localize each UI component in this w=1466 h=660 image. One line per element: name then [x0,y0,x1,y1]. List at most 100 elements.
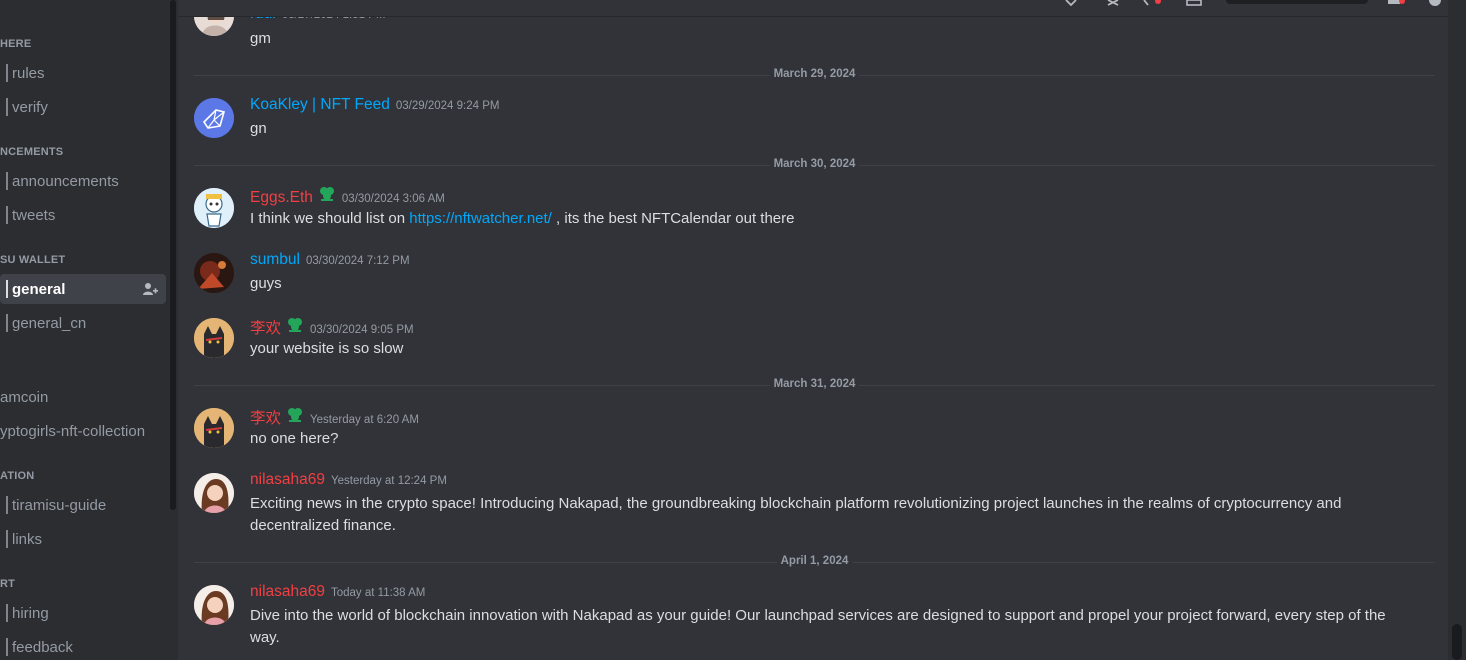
timestamp: Today at 11:38 AM [330,587,426,599]
date-divider: March 30, 2024 [194,158,1435,170]
channel-links[interactable]: links [0,524,166,554]
channel-label: amcoin [0,388,49,406]
channel-hash-icon [6,530,8,548]
member-list-icon[interactable] [1186,0,1202,6]
channel-cryptogirls[interactable]: yptogirls-nft-collection [0,416,166,446]
message-header: nilasaha69 Today at 11:38 AM [250,583,425,601]
channel-label: announcements [12,172,119,190]
timestamp: Yesterday at 12:24 PM [330,475,447,487]
channel-hash-icon [6,64,8,82]
message-link[interactable]: https://nftwatcher.net/ [409,210,552,227]
username[interactable]: Eggs.Eth [250,189,313,207]
date-divider: March 31, 2024 [194,378,1435,390]
message-header: KoaKley | NFT Feed 03/29/2024 9:24 PM [250,96,499,114]
channel-hash-icon [6,172,8,190]
username[interactable]: sumbul [250,251,300,269]
message-text: gn [250,120,267,137]
message-text-part: , its the best NFTCalendar out there [551,210,795,227]
channel-announcements[interactable]: announcements [0,166,166,196]
channel-tiramisu-guide[interactable]: tiramisu-guide [0,490,166,520]
channel-hash-icon [6,98,8,116]
help-icon[interactable] [1428,0,1442,6]
channel-verify[interactable]: verify [0,92,166,122]
category-label[interactable]: ATION [0,470,34,482]
sidebar-scrollbar[interactable] [170,0,176,510]
channel-hash-icon [6,206,8,224]
channel-hash-icon [6,638,8,656]
username[interactable]: 李欢 [250,406,281,428]
avatar[interactable] [194,188,234,228]
channel-label: rules [12,64,45,82]
username[interactable]: nilasaha69 [250,471,325,489]
timestamp: Yesterday at 6:20 AM [310,414,419,426]
username[interactable]: 李欢 [250,316,281,338]
avatar[interactable] [194,253,234,293]
timestamp: 03/29/2024 9:24 PM [395,100,500,112]
channel-general-cn[interactable]: general_cn [0,308,166,338]
message-scrollbar-thumb[interactable] [1452,624,1462,660]
message-header: 李欢 03/30/2024 9:05 PM [250,316,414,338]
username[interactable]: KoaKley | NFT Feed [250,96,390,114]
pin-icon[interactable] [1106,0,1120,6]
channel-label: hiring [12,604,49,622]
date-divider-label: April 1, 2024 [776,555,853,567]
threads-icon[interactable] [1064,0,1078,6]
date-divider-label: March 30, 2024 [769,158,860,170]
message-scrollbar-track[interactable] [1448,0,1466,660]
date-divider-label: March 29, 2024 [769,68,860,80]
channel-hash-icon [6,496,8,514]
channel-tweets[interactable]: tweets [0,200,166,230]
clover-role-icon [288,318,303,332]
avatar[interactable] [194,98,234,138]
channel-label: general [12,280,66,298]
message-list: ruui 03/27/2024 1:51 PM gm March 29, 202… [178,0,1448,660]
channel-header [178,0,1466,17]
channel-hash-icon [6,280,8,298]
avatar[interactable] [194,585,234,625]
channel-feedback[interactable]: feedback [0,632,166,660]
clover-role-icon [319,187,334,201]
timestamp: 03/30/2024 7:12 PM [305,255,410,267]
category-label[interactable]: HERE [0,38,31,50]
clover-role-icon [288,408,303,422]
channel-label: tweets [12,206,56,224]
inbox-icon[interactable] [1386,0,1408,6]
channel-sidebar: HERE rules verify NCEMENTS announcements… [0,0,178,660]
category-label[interactable]: RT [0,578,15,590]
channel-rules[interactable]: rules [0,58,166,88]
channel-hiring[interactable]: hiring [0,598,166,628]
date-divider: March 29, 2024 [194,68,1435,80]
channel-hash-icon [6,604,8,622]
search-input[interactable] [1226,0,1368,4]
message-text: gm [250,30,271,47]
message-text: your website is so slow [250,340,404,357]
channel-label: tiramisu-guide [12,496,107,514]
date-divider: April 1, 2024 [194,555,1435,567]
message-text: I think we should list on https://nftwat… [250,208,1390,230]
avatar[interactable] [194,473,234,513]
message-text: no one here? [250,430,339,447]
avatar[interactable] [194,408,234,448]
username[interactable]: nilasaha69 [250,583,325,601]
date-divider-label: March 31, 2024 [769,378,860,390]
message-text: Exciting news in the crypto space! Intro… [250,495,1342,534]
add-member-icon[interactable] [142,281,158,297]
channel-hash-icon [6,314,8,332]
channel-label: links [12,530,43,548]
notifications-icon[interactable] [1142,0,1164,6]
message-header: nilasaha69 Yesterday at 12:24 PM [250,471,447,489]
message-header: Eggs.Eth 03/30/2024 3:06 AM [250,186,445,207]
message-text: guys [250,275,282,292]
channel-label: yptogirls-nft-collection [0,422,146,440]
timestamp: 03/30/2024 9:05 PM [310,324,414,336]
category-label[interactable]: NCEMENTS [0,146,63,158]
message-text-part: I think we should list on [250,210,410,227]
avatar[interactable] [194,318,234,358]
message-header: sumbul 03/30/2024 7:12 PM [250,251,410,269]
message-text: Dive into the world of blockchain innova… [250,607,1386,646]
channel-label: feedback [12,638,73,656]
message-header: 李欢 Yesterday at 6:20 AM [250,406,419,428]
channel-general[interactable]: general [0,274,166,304]
channel-amcoin[interactable]: amcoin [0,382,166,412]
category-label[interactable]: SU WALLET [0,254,65,266]
